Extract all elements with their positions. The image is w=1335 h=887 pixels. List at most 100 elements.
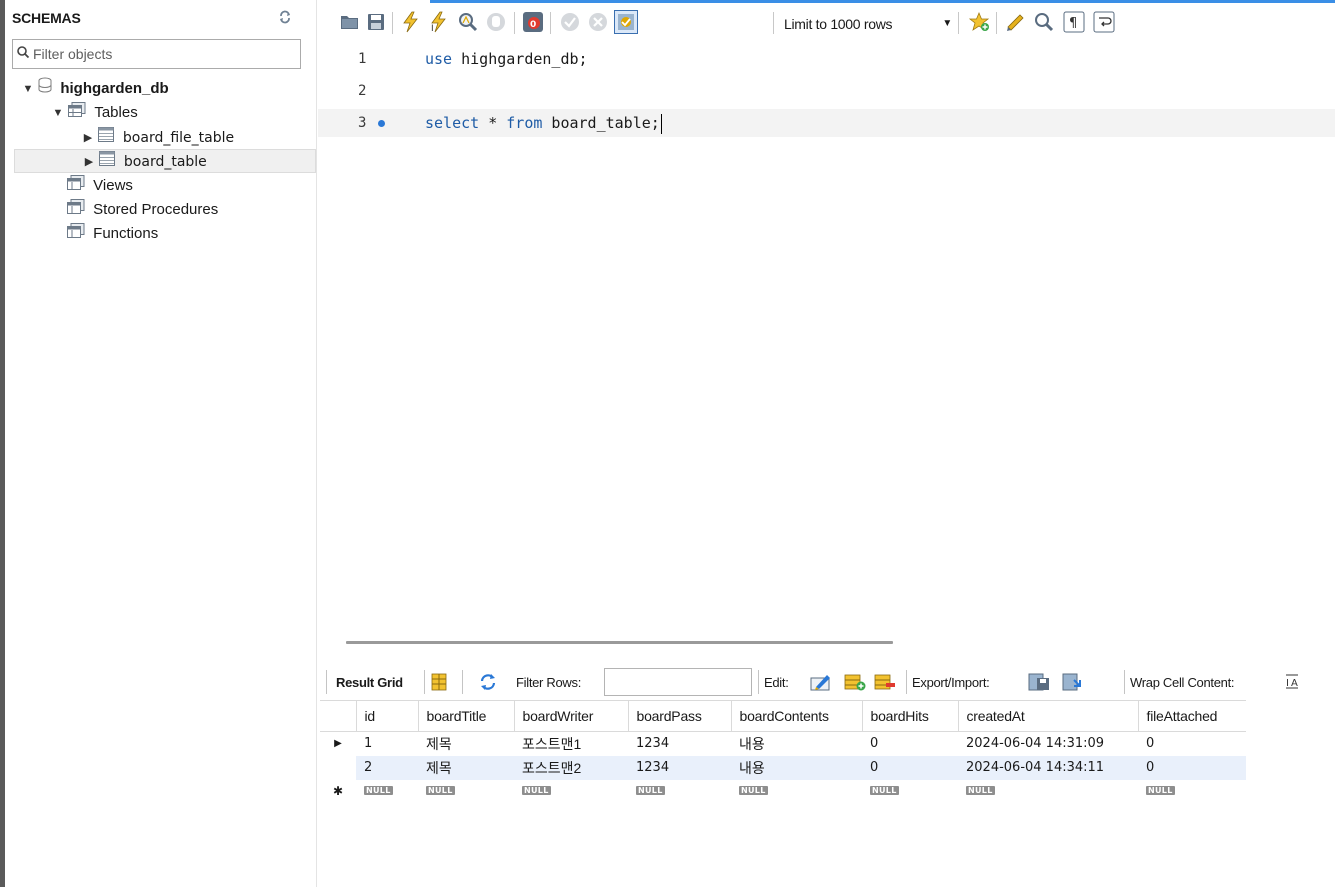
stored-procedures-label: Stored Procedures [93, 201, 219, 219]
table-cell[interactable]: 내용 [731, 755, 862, 780]
column-header[interactable]: createdAt [957, 700, 1138, 732]
autocommit-icon[interactable] [614, 10, 638, 34]
search-icon [16, 45, 30, 59]
null-cell[interactable]: NULL [356, 780, 418, 798]
tree-node-functions[interactable]: Functions [67, 222, 158, 246]
database-icon [38, 77, 52, 101]
table-cell[interactable]: 포스트맨1 [514, 731, 628, 756]
null-badge: NULL [870, 785, 899, 795]
table-icon [98, 126, 115, 150]
code-line[interactable]: 1 use highgarden_db; [318, 45, 1335, 73]
refresh-schemas-icon[interactable] [278, 10, 292, 24]
expand-arrow-icon[interactable]: ▼ [22, 77, 34, 101]
panel-splitter[interactable] [346, 641, 893, 644]
filter-objects-box[interactable] [12, 39, 301, 69]
column-header[interactable]: boardPass [627, 700, 731, 732]
table-cell[interactable]: 0 [1138, 755, 1246, 780]
delete-row-icon[interactable] [874, 672, 896, 694]
table-cell[interactable]: 1234 [628, 755, 731, 780]
open-folder-icon[interactable] [338, 10, 362, 34]
table-cell[interactable]: 0 [1138, 731, 1246, 756]
import-icon[interactable] [1062, 672, 1084, 694]
code-line[interactable]: 2 [318, 77, 1335, 105]
tree-node-views[interactable]: Views [67, 174, 133, 198]
table-cell[interactable]: 2 [356, 755, 418, 780]
collapsed-arrow-icon[interactable]: ▶ [82, 126, 94, 150]
null-cell[interactable]: NULL [628, 780, 731, 798]
export-icon[interactable] [1028, 672, 1050, 694]
edit-row-icon[interactable] [810, 672, 832, 694]
column-header[interactable]: boardHits [861, 700, 958, 732]
beautify-brush-icon[interactable] [1004, 10, 1028, 34]
table-cell[interactable]: 내용 [731, 731, 862, 756]
null-cell[interactable]: NULL [958, 780, 1138, 798]
column-header[interactable]: boardWriter [513, 700, 628, 732]
null-cell[interactable]: NULL [418, 780, 514, 798]
null-badge: NULL [966, 785, 995, 795]
null-cell[interactable]: NULL [862, 780, 958, 798]
expand-arrow-icon[interactable]: ▼ [52, 101, 64, 125]
tree-node-stored-procedures[interactable]: Stored Procedures [67, 198, 218, 222]
tree-node-board-table[interactable]: ▶ board_table [14, 149, 316, 173]
refresh-results-icon[interactable] [478, 672, 500, 694]
toolbar-separator [958, 12, 959, 34]
column-header[interactable]: fileAttached [1137, 700, 1246, 732]
beautify-star-icon[interactable] [968, 10, 992, 34]
sql-keyword: select [425, 114, 480, 132]
filter-rows-input[interactable] [604, 668, 752, 696]
find-icon[interactable] [1032, 10, 1056, 34]
toolbar-separator [996, 12, 997, 34]
table-row[interactable]: ▶ 1 제목 포스트맨1 1234 내용 0 2024-06-04 14:31:… [320, 731, 1246, 756]
null-cell[interactable]: NULL [1138, 780, 1246, 798]
table-cell[interactable]: 2024-06-04 14:34:11 [958, 755, 1138, 780]
statement-marker-icon [378, 120, 385, 127]
row-limit-select[interactable]: Limit to 1000 rows ▼ [778, 12, 956, 36]
execute-lightning-icon[interactable] [398, 10, 422, 34]
explain-magnifier-icon[interactable] [456, 10, 480, 34]
table-cell[interactable]: 제목 [418, 755, 514, 780]
table-row[interactable]: 2 제목 포스트맨2 1234 내용 0 2024-06-04 14:34:11… [320, 755, 1246, 780]
form-editor-icon[interactable] [430, 672, 452, 694]
table-cell[interactable]: 0 [862, 755, 958, 780]
filter-objects-input[interactable] [33, 44, 293, 64]
table-cell[interactable]: 1 [356, 731, 418, 756]
execute-cursor-lightning-icon[interactable]: I [426, 10, 450, 34]
result-grid-tab[interactable]: Result Grid [336, 666, 403, 700]
null-cell[interactable]: NULL [514, 780, 628, 798]
invisible-chars-icon[interactable]: ¶ [1062, 10, 1086, 34]
null-cell[interactable]: NULL [731, 780, 862, 798]
add-row-icon[interactable] [844, 672, 866, 694]
code-text[interactable]: select * from board_table; [425, 109, 662, 137]
commit-icon[interactable] [558, 10, 582, 34]
toggle-error-icon[interactable]: 0 [521, 10, 545, 34]
rollback-icon[interactable] [586, 10, 610, 34]
result-grid[interactable]: id boardTitle boardWriter boardPass boar… [320, 700, 1335, 798]
wrap-cell-content-label: Wrap Cell Content: [1130, 675, 1235, 690]
toolbar-separator [758, 670, 759, 694]
column-header[interactable]: boardContents [730, 700, 862, 732]
save-icon[interactable] [364, 10, 388, 34]
code-line-active[interactable]: 3 select * from board_table; [318, 109, 1335, 137]
new-row[interactable]: ✱ NULL NULL NULL NULL NULL NULL NULL NUL… [320, 780, 1246, 798]
column-header[interactable]: id [355, 700, 418, 732]
sql-editor[interactable]: 1 use highgarden_db; 2 3 select * from b… [318, 45, 1335, 625]
wrap-cell-toggle-icon[interactable]: IA [1284, 672, 1306, 694]
table-cell[interactable]: 1234 [628, 731, 731, 756]
tree-node-tables[interactable]: ▼ Tables [52, 101, 138, 125]
wrap-icon[interactable] [1092, 10, 1116, 34]
table-cell[interactable]: 제목 [418, 731, 514, 756]
table-cell[interactable]: 0 [862, 731, 958, 756]
code-text[interactable]: use highgarden_db; [425, 45, 588, 73]
null-badge: NULL [1146, 785, 1175, 795]
collapsed-arrow-icon[interactable]: ▶ [83, 150, 95, 174]
toolbar-separator [424, 670, 425, 694]
filter-rows-label: Filter Rows: [516, 675, 582, 690]
column-header[interactable]: boardTitle [417, 700, 514, 732]
stop-icon[interactable] [484, 10, 508, 34]
folder-tables-icon [68, 101, 86, 125]
table-cell[interactable]: 2024-06-04 14:31:09 [958, 731, 1138, 756]
null-badge: NULL [364, 785, 393, 795]
schema-highgarden-db[interactable]: ▼ highgarden_db [22, 77, 169, 101]
table-cell[interactable]: 포스트맨2 [514, 755, 628, 780]
tree-node-board-file-table[interactable]: ▶ board_file_table [82, 126, 234, 150]
